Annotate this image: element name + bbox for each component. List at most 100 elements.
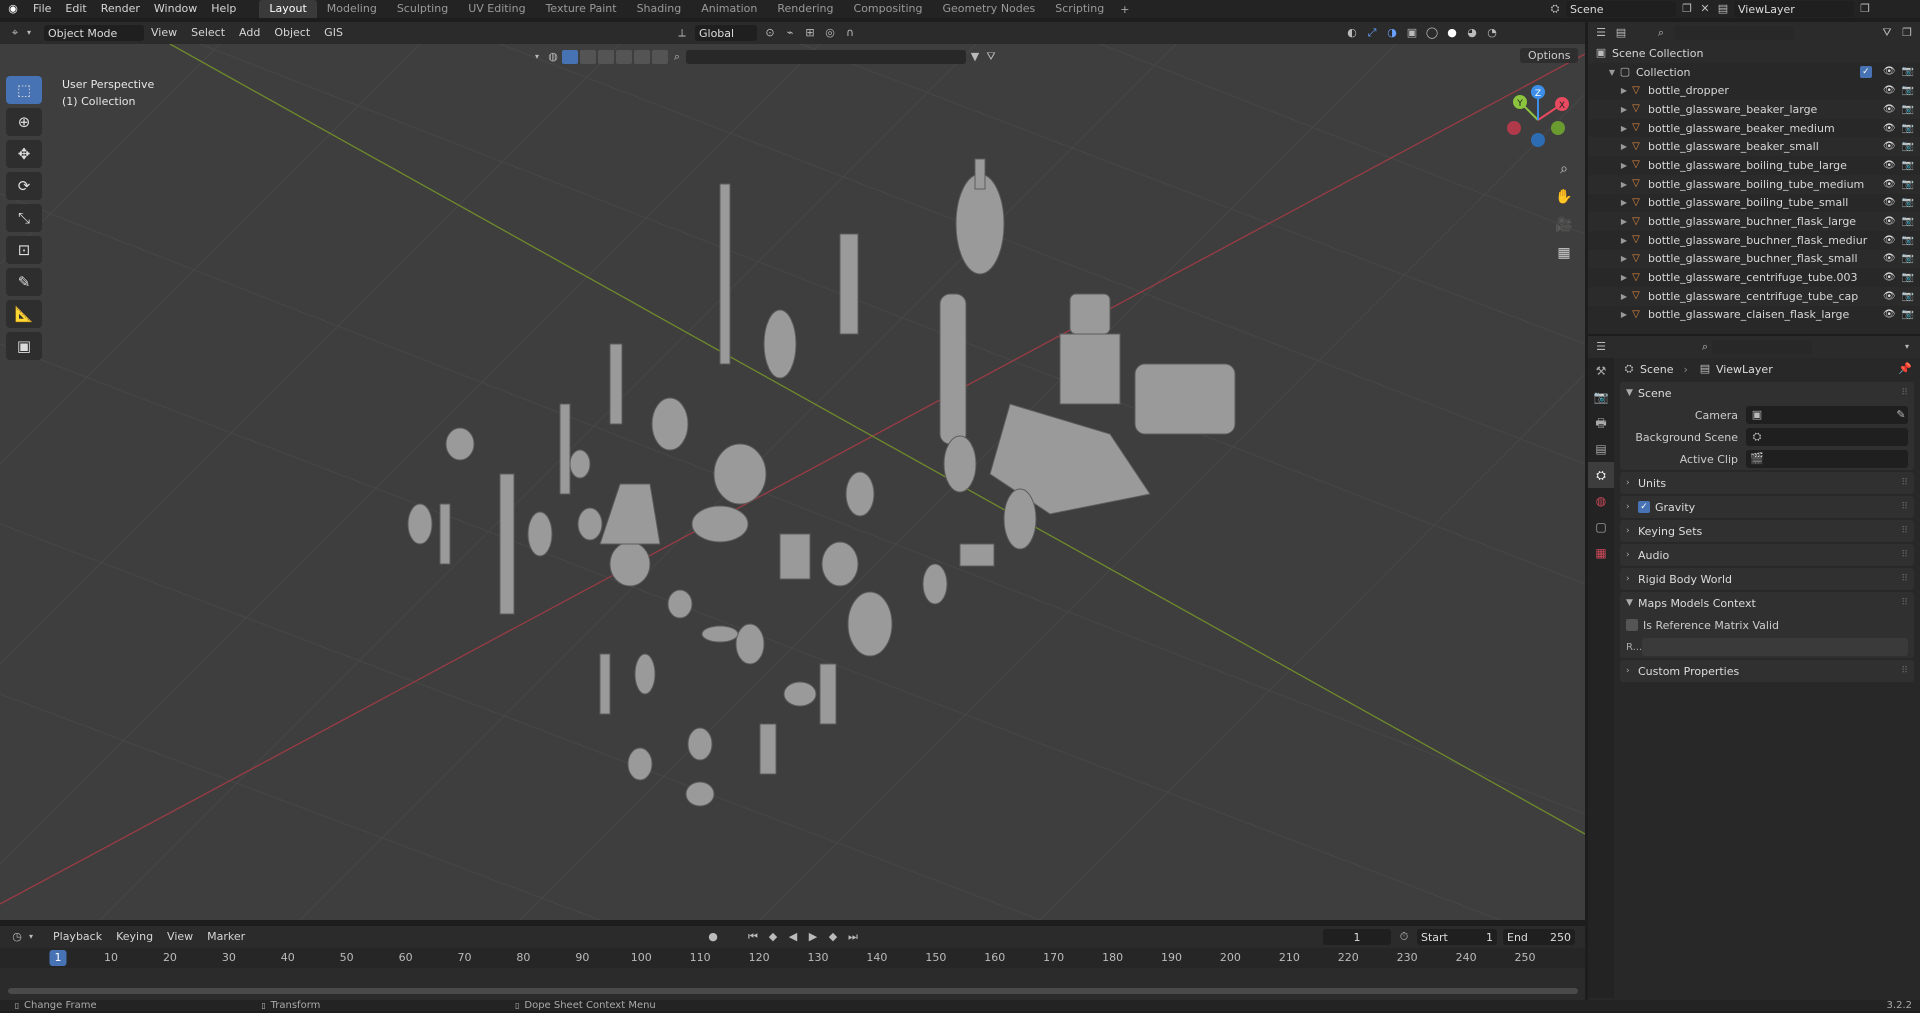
world-tab-icon[interactable]: ◍ <box>1588 488 1614 514</box>
camera-field[interactable]: ▣ ✎ <box>1746 406 1908 424</box>
play-icon[interactable]: ▶ <box>806 930 820 944</box>
background-scene-field[interactable]: ⛭ <box>1746 428 1908 446</box>
viewport-menu-view[interactable]: View <box>144 24 184 42</box>
filter-light-button[interactable] <box>598 50 614 64</box>
new-collection-icon[interactable]: ❐ <box>1900 26 1914 40</box>
record-icon[interactable]: ● <box>706 930 720 944</box>
rendered-shading-icon[interactable]: ◔ <box>1485 26 1499 40</box>
expand-icon[interactable]: ▶ <box>1618 310 1630 319</box>
select-box-tool[interactable]: ⬚ <box>6 76 42 104</box>
current-frame-field[interactable]: 1 <box>1323 929 1391 945</box>
camera-icon[interactable]: 📷 <box>1902 141 1914 152</box>
menu-help[interactable]: Help <box>204 0 243 18</box>
expand-icon[interactable]: ▶ <box>1618 142 1630 151</box>
eye-icon[interactable]: 👁 <box>1883 253 1896 264</box>
eyedropper-icon[interactable]: ✎ <box>1894 408 1908 422</box>
tab-compositing[interactable]: Compositing <box>844 0 933 18</box>
zoom-icon[interactable]: ⌕ <box>1552 157 1576 181</box>
camera-icon[interactable]: 📷 <box>1902 160 1914 171</box>
scene-selector[interactable]: Scene <box>1566 1 1676 17</box>
expand-icon[interactable]: ▶ <box>1618 273 1630 282</box>
scene-tab-icon[interactable]: ⛭ <box>1588 462 1614 488</box>
gizmo-toggle-icon[interactable]: ⤢ <box>1365 26 1379 40</box>
eye-icon[interactable]: 👁 <box>1883 141 1896 152</box>
collection-checkbox[interactable]: ✓ <box>1859 66 1872 79</box>
tab-scripting[interactable]: Scripting <box>1045 0 1114 18</box>
chevron-down-icon[interactable]: ▾ <box>22 26 36 40</box>
cursor-tool[interactable]: ⊕ <box>6 108 42 136</box>
3d-viewport[interactable] <box>0 44 1585 920</box>
outliner-search-input[interactable] <box>1674 26 1794 40</box>
snap-target-icon[interactable]: ⊞ <box>803 26 817 40</box>
eye-icon[interactable]: 👁 <box>1883 309 1896 320</box>
camera-icon[interactable]: 📷 <box>1902 104 1914 115</box>
wireframe-shading-icon[interactable]: ◯ <box>1425 26 1439 40</box>
camera-icon[interactable]: 📷 <box>1902 66 1914 78</box>
drag-handle-icon[interactable]: ⠿ <box>1901 502 1908 512</box>
pin-icon[interactable]: 📌 <box>1898 362 1912 376</box>
viewlayer-selector[interactable]: ViewLayer <box>1734 1 1854 17</box>
gizmo-neg-z[interactable] <box>1531 133 1545 147</box>
camera-icon[interactable]: 📷 <box>1902 309 1914 320</box>
outliner-item[interactable]: ▶ ▽ bottle_glassware_centrifuge_tube_cap 👁 📷 <box>1588 286 1920 306</box>
rotate-tool[interactable]: ⟳ <box>6 172 42 200</box>
camera-view-icon[interactable]: 🎥 <box>1552 213 1576 237</box>
snap-icon[interactable]: ⌁ <box>783 26 797 40</box>
camera-icon[interactable]: 📷 <box>1902 179 1914 190</box>
properties-editor-icon[interactable]: ☰ <box>1594 340 1608 354</box>
tab-layout[interactable]: Layout <box>259 0 317 18</box>
eye-icon[interactable]: 👁 <box>1883 160 1896 171</box>
drag-handle-icon[interactable]: ⠿ <box>1901 598 1908 608</box>
camera-icon[interactable]: 📷 <box>1902 85 1914 96</box>
material-shading-icon[interactable]: ◕ <box>1465 26 1479 40</box>
eye-icon[interactable]: 👁 <box>1883 272 1896 283</box>
expand-icon[interactable]: ▶ <box>1618 198 1630 207</box>
overlay-toggle-icon[interactable]: ◑ <box>1385 26 1399 40</box>
units-panel-header[interactable]: › Units ⠿ <box>1620 472 1914 494</box>
expand-icon[interactable]: ▶ <box>1618 105 1630 114</box>
expand-icon[interactable]: ▶ <box>1618 124 1630 133</box>
options-button[interactable]: Options <box>1520 48 1579 63</box>
eye-icon[interactable]: 👁 <box>1883 216 1896 227</box>
render-tab-icon[interactable]: 📷 <box>1588 384 1614 410</box>
filter-material-button[interactable] <box>580 50 596 64</box>
filter-icon[interactable]: ⛛ <box>984 50 998 64</box>
transform-tool[interactable]: ⊡ <box>6 236 42 264</box>
timeline-menu-playback[interactable]: Playback <box>46 928 109 946</box>
ortho-grid-icon[interactable]: ▦ <box>1552 241 1576 265</box>
jump-end-icon[interactable]: ⏭ <box>846 930 860 944</box>
drag-handle-icon[interactable]: ⠿ <box>1901 526 1908 536</box>
add-cube-tool[interactable]: ▣ <box>6 332 42 360</box>
camera-icon[interactable]: 📷 <box>1902 216 1914 227</box>
viewport-menu-object[interactable]: Object <box>267 24 317 42</box>
display-mode-icon[interactable]: ▤ <box>1614 26 1628 40</box>
outliner-item[interactable]: ▶ ▽ bottle_glassware_beaker_small 👁 📷 <box>1588 137 1920 157</box>
outliner-item[interactable]: ▶ ▽ bottle_glassware_buchner_flask_small 👁 📷 <box>1588 249 1920 269</box>
audio-panel-header[interactable]: › Audio ⠿ <box>1620 544 1914 566</box>
outliner-item[interactable]: ▶ ▽ bottle_glassware_beaker_large 👁 📷 <box>1588 100 1920 119</box>
eye-icon[interactable]: 👁 <box>1883 66 1896 78</box>
eye-icon[interactable]: 👁 <box>1883 104 1896 115</box>
viewport-menu-add[interactable]: Add <box>232 24 267 42</box>
eye-icon[interactable]: 👁 <box>1883 291 1896 302</box>
next-keyframe-icon[interactable]: ◆ <box>826 930 840 944</box>
proportional-edit-icon[interactable]: ◎ <box>823 26 837 40</box>
outliner-item[interactable]: ▶ ▽ bottle_glassware_claisen_flask_large 👁 📷 <box>1588 305 1920 325</box>
camera-icon[interactable]: 📷 <box>1902 235 1914 246</box>
jump-start-icon[interactable]: ⏮ <box>746 930 760 944</box>
transform-orientation-selector[interactable]: Global <box>695 25 757 41</box>
tab-geometry-nodes[interactable]: Geometry Nodes <box>932 0 1045 18</box>
eye-icon[interactable]: 👁 <box>1883 235 1896 246</box>
move-tool[interactable]: ✥ <box>6 140 42 168</box>
prev-keyframe-icon[interactable]: ◆ <box>766 930 780 944</box>
matrix-field[interactable] <box>1642 638 1908 656</box>
texture-tab-icon[interactable]: ▦ <box>1588 540 1614 566</box>
filter-scene-button[interactable] <box>634 50 650 64</box>
tab-texture-paint[interactable]: Texture Paint <box>536 0 627 18</box>
eye-icon[interactable]: 👁 <box>1883 197 1896 208</box>
tab-uv-editing[interactable]: UV Editing <box>458 0 535 18</box>
color-icon[interactable]: ◍ <box>546 50 560 64</box>
close-scene-icon[interactable]: ✕ <box>1698 2 1712 16</box>
playhead[interactable]: 1 <box>49 950 67 966</box>
gravity-panel-header[interactable]: › ✓ Gravity ⠿ <box>1620 496 1914 518</box>
